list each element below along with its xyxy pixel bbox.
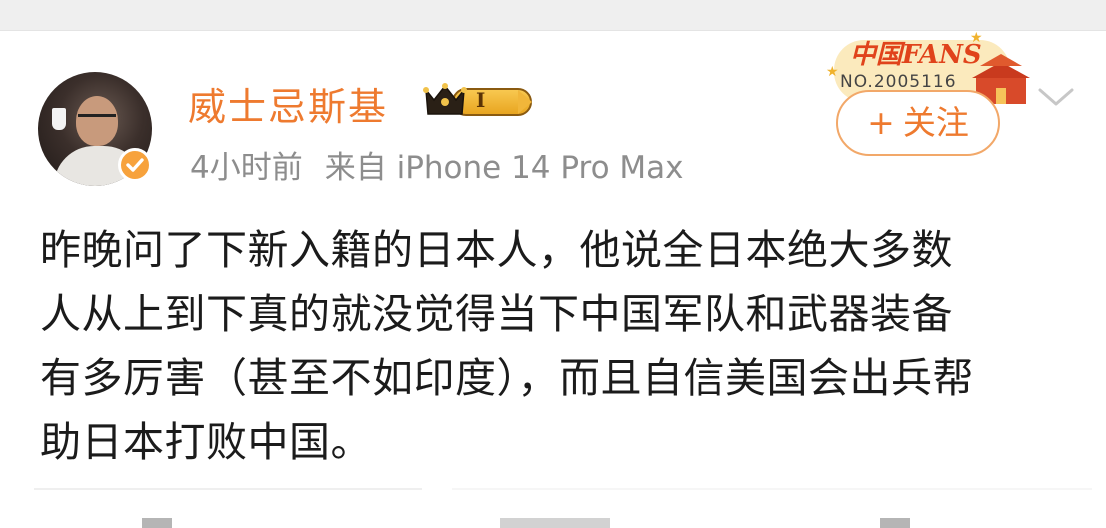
post-body-line: 助日本打败中国。 [40, 418, 372, 466]
fans-number: NO.2005116 [840, 72, 957, 92]
repost-icon[interactable] [142, 518, 172, 528]
crown-icon [423, 83, 467, 115]
author-name[interactable]: 威士忌斯基 [188, 76, 388, 131]
top-status-strip [0, 0, 1106, 31]
star-icon: ★ [970, 30, 983, 46]
fans-logo: 中国FANS [850, 40, 982, 70]
verified-badge-icon [118, 148, 152, 182]
comment-icon[interactable] [500, 518, 610, 528]
level-arrow-icon [518, 90, 532, 114]
plus-icon: + [867, 103, 895, 142]
star-icon: ★ [826, 64, 839, 80]
level-text: I [476, 88, 486, 112]
post-source[interactable]: 来自 iPhone 14 Pro Max [325, 150, 684, 186]
post-body-line: 有多厉害（甚至不如印度），而且自信美国会出兵帮 [40, 354, 974, 402]
post-body: 昨晚问了下新入籍的日本人，他说全日本绝大多数 人从上到下真的就没觉得当下中国军队… [40, 218, 1070, 474]
follow-button[interactable]: + 关注 [836, 90, 1000, 156]
divider [34, 488, 422, 490]
post-time: 4小时前 [190, 150, 303, 186]
chevron-down-icon[interactable] [1036, 82, 1076, 112]
post-body-line: 人从上到下真的就没觉得当下中国军队和武器装备 [40, 290, 953, 338]
action-bar [0, 508, 1106, 528]
post-meta: 4小时前 来自 iPhone 14 Pro Max [190, 142, 684, 187]
avatar-glasses [78, 114, 116, 125]
like-icon[interactable] [880, 518, 910, 528]
follow-label: 关注 [902, 103, 969, 142]
post-body-line: 昨晚问了下新入籍的日本人，他说全日本绝大多数 [40, 226, 953, 274]
divider [452, 488, 1092, 490]
avatar-cup [52, 108, 66, 130]
level-badge[interactable]: I [422, 80, 534, 120]
